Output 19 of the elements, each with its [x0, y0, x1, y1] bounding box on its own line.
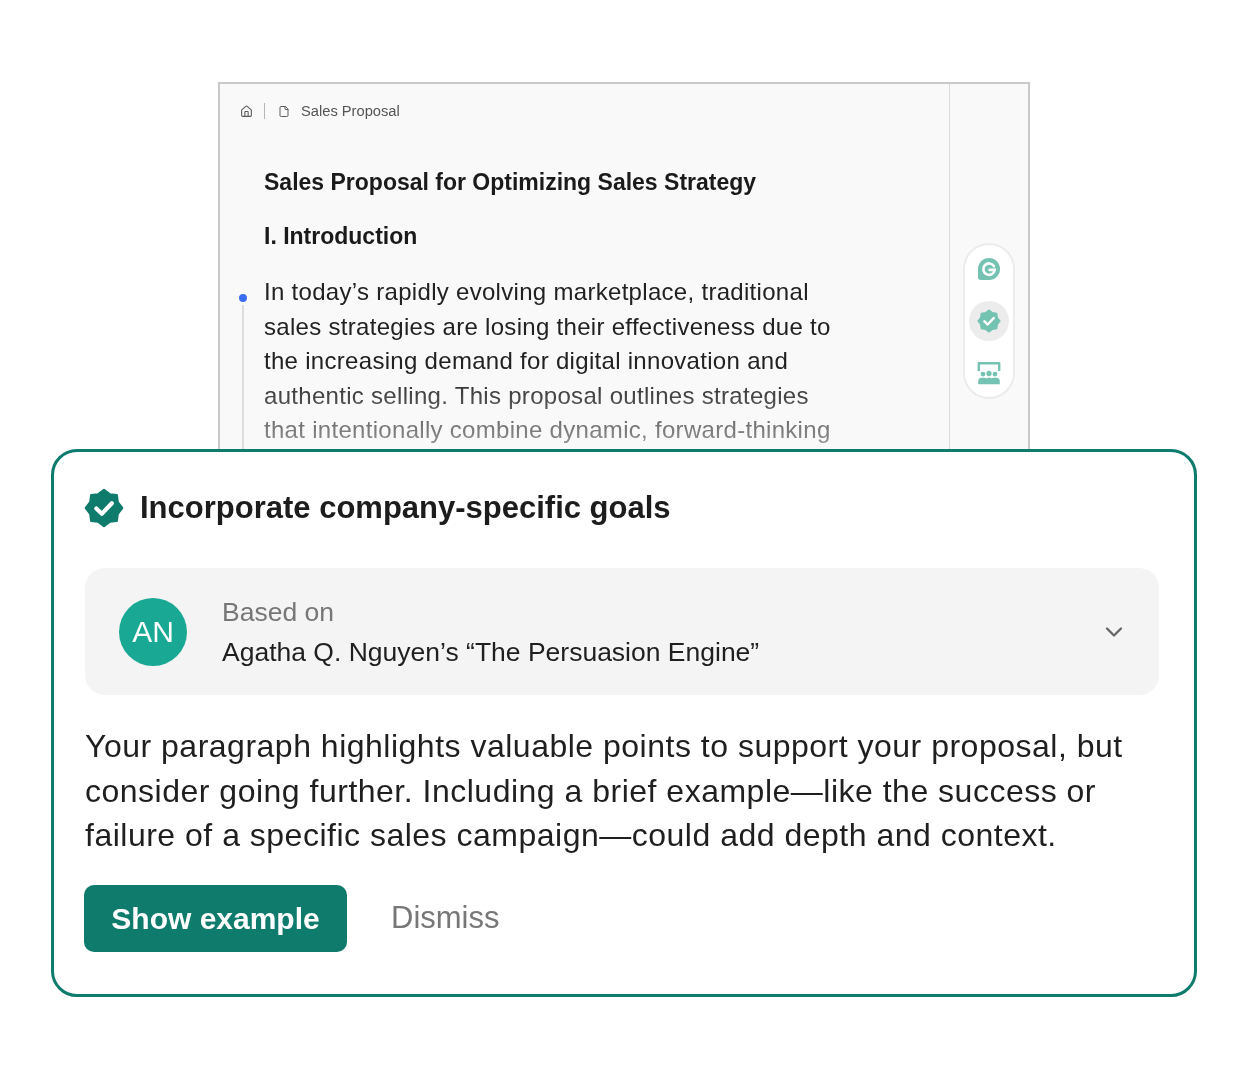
home-icon[interactable]: [240, 104, 253, 118]
breadcrumb-title: Sales Proposal: [301, 102, 400, 121]
suggestion-body: Your paragraph highlights valuable points to support your proposal, but consider going further. Including a brief example—like the success or failure of a specific sales campaign—could add depth and context.: [85, 727, 1124, 855]
dismiss-button[interactable]: Dismiss: [391, 884, 500, 952]
check-badge-icon: [84, 488, 124, 528]
avatar: AN: [119, 597, 187, 666]
section-heading: I. Introduction: [264, 222, 418, 250]
document-heading: Sales Proposal for Optimizing Sales Strategy: [264, 168, 757, 196]
source-label: Based on: [222, 595, 334, 629]
show-example-button[interactable]: Show example: [84, 884, 347, 952]
source-name: Agatha Q. Nguyen’s “The Persuasion Engine”: [222, 635, 760, 669]
document-paragraph: In today’s rapidly evolving marketplace, traditional sales strategies are losing their effectiveness due to the increasing demand for digital innovation and authentic selling. This proposal outlines strategies that intentionally combine dynamic, forward-thinking: [264, 277, 832, 446]
file-icon: [278, 104, 290, 118]
toolbar-button[interactable]: [969, 301, 1009, 341]
suggestion-title: Incorporate company-specific goals: [140, 489, 671, 527]
check-badge-icon: [977, 309, 1001, 333]
people-board-icon: [977, 361, 1001, 385]
g-logo-icon: [978, 258, 1000, 280]
marker-dot-icon: [238, 293, 248, 303]
